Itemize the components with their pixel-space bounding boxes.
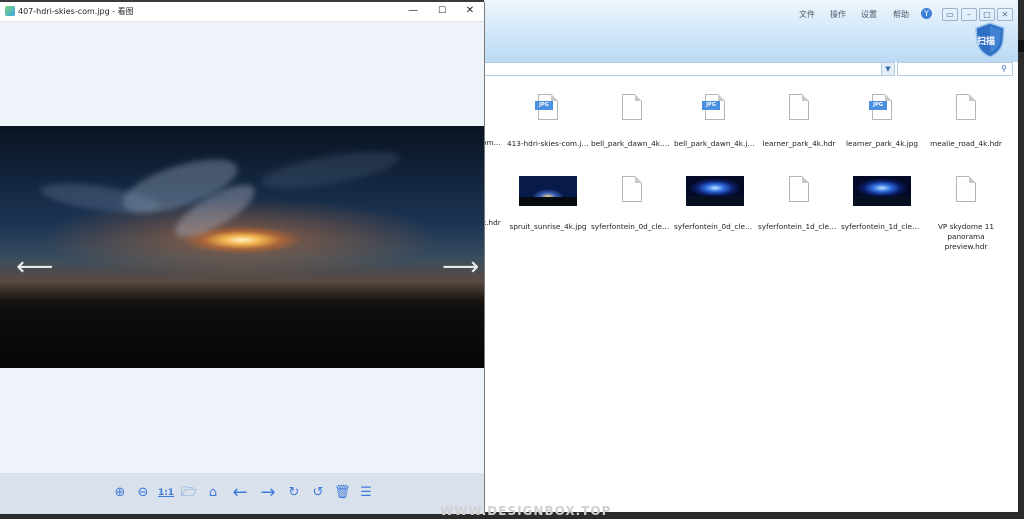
prev-image-arrow[interactable]: ⟵: [16, 254, 53, 280]
file-item[interactable]: syferfontein_0d_clear...: [591, 176, 673, 232]
file-name: syferfontein_0d_clear...: [591, 222, 673, 231]
minimize-icon[interactable]: –: [961, 8, 977, 21]
file-item[interactable]: syferfontein_1d_clear...: [758, 176, 840, 232]
blank-file-icon: [622, 176, 642, 202]
file-name: mealie_road_4k.hdr: [930, 139, 1002, 148]
zoom-in-button[interactable]: ⊕: [112, 484, 128, 502]
jpg-badge: JPG: [535, 101, 553, 110]
file-name: syferfontein_1d_clear...: [758, 222, 840, 231]
file-item[interactable]: JPG bell_park_dawn_4k.jpg: [674, 94, 756, 149]
blank-file-icon: [789, 94, 809, 120]
delete-button[interactable]: 🗑: [334, 484, 351, 502]
viewer-title: 407-hdri-skies-com.jpg - 看图: [18, 7, 134, 16]
next-image-arrow[interactable]: ⟶: [442, 254, 479, 280]
brand-icon[interactable]: Y: [921, 8, 932, 19]
file-name: bell_park_dawn_4k.jpg: [674, 139, 756, 148]
image-thumbnail: [686, 176, 744, 206]
rotate-right-button[interactable]: ↻: [286, 484, 302, 502]
search-icon[interactable]: ⚲: [1001, 64, 1010, 73]
file-item[interactable]: mealie_road_4k.hdr: [925, 94, 1007, 149]
file-name: k.hdr: [482, 218, 501, 227]
minimize-icon[interactable]: —: [405, 4, 421, 18]
menu-settings[interactable]: 设置: [861, 9, 877, 20]
image-viewer-window: 407-hdri-skies-com.jpg - 看图 — ☐ ✕ ⟵ ⟶ ⊕ …: [0, 2, 485, 514]
scan-label: 扫描: [977, 37, 996, 47]
file-name: learner_park_4k.hdr: [762, 139, 836, 148]
slideshow-button[interactable]: ⌂: [205, 484, 221, 502]
message-icon[interactable]: ▭: [942, 8, 958, 21]
image-thumbnail: [519, 176, 577, 206]
viewer-app-icon: [5, 6, 15, 16]
menu-operate[interactable]: 操作: [830, 9, 846, 20]
file-item[interactable]: syferfontein_1d_clear...: [841, 176, 923, 232]
address-bar[interactable]: ▼: [484, 62, 895, 76]
file-name: VP skydome 11 panorama preview.hdr: [937, 222, 995, 251]
file-item-partial[interactable]: om...: [482, 92, 502, 148]
close-icon[interactable]: ✕: [462, 4, 478, 18]
jpg-badge: JPG: [702, 101, 720, 110]
file-name: 413-hdri-skies-com.jpg: [507, 139, 589, 148]
jpg-file-icon: JPG: [702, 94, 725, 120]
file-name: spruit_sunrise_4k.jpg: [509, 222, 587, 231]
file-name: learner_park_4k.jpg: [845, 139, 919, 148]
file-item[interactable]: syferfontein_0d_clear...: [674, 176, 756, 232]
blank-file-icon: [956, 176, 976, 202]
next-image-button[interactable]: →: [256, 484, 280, 502]
file-name: syferfontein_0d_clear...: [674, 222, 756, 231]
previous-image-button[interactable]: ←: [228, 484, 252, 502]
viewer-title-bar[interactable]: 407-hdri-skies-com.jpg - 看图 — ☐ ✕: [0, 2, 484, 22]
blank-file-icon: [956, 94, 976, 120]
file-browser-window: 文件 操作 设置 帮助 Y ▭ – □ ✕ 扫描 ▼ ⚲ om... JPG 4…: [482, 0, 1024, 512]
file-item[interactable]: bell_park_dawn_4k.hdr: [591, 94, 673, 149]
close-icon[interactable]: ✕: [997, 8, 1013, 21]
blank-file-icon: [622, 94, 642, 120]
rotate-left-button[interactable]: ↺: [310, 484, 326, 502]
viewer-toolbar: ⊕ ⊖ 1:1 🗁 ⌂ ← → ↻ ↺ 🗑 ☰: [0, 473, 484, 514]
jpg-file-icon: JPG: [535, 94, 558, 120]
file-browser-header: 文件 操作 设置 帮助 Y ▭ – □ ✕ 扫描: [484, 0, 1024, 62]
background-window-edge: [1018, 40, 1024, 52]
file-name: om...: [482, 138, 501, 147]
desktop-edge: [1018, 0, 1024, 519]
image-thumbnail: [853, 176, 911, 206]
jpg-badge: JPG: [869, 101, 887, 110]
file-item[interactable]: learner_park_4k.hdr: [758, 94, 840, 149]
more-button[interactable]: ☰: [358, 484, 374, 502]
jpg-file-icon: JPG: [869, 94, 892, 120]
actual-size-button[interactable]: 1:1: [156, 484, 176, 502]
menu-file[interactable]: 文件: [799, 9, 815, 20]
file-name: syferfontein_1d_clear...: [841, 222, 923, 231]
file-item[interactable]: JPG learner_park_4k.jpg: [841, 94, 923, 149]
maximize-icon[interactable]: □: [979, 8, 995, 21]
file-name: bell_park_dawn_4k.hdr: [591, 139, 673, 148]
menu-help[interactable]: 帮助: [893, 9, 909, 20]
file-item-partial[interactable]: k.hdr: [482, 176, 502, 228]
site-watermark: WWW.DESIGNBOX.TOP: [440, 504, 612, 518]
zoom-out-button[interactable]: ⊖: [135, 484, 151, 502]
file-item[interactable]: spruit_sunrise_4k.jpg: [507, 176, 589, 232]
address-dropdown-icon[interactable]: ▼: [881, 63, 894, 75]
hdri-panorama-image: [0, 126, 484, 368]
file-item[interactable]: VP skydome 11 panorama preview.hdr: [925, 176, 1007, 252]
blank-file-icon: [789, 176, 809, 202]
file-item[interactable]: JPG 413-hdri-skies-com.jpg: [507, 94, 589, 149]
search-input[interactable]: ⚲: [897, 62, 1013, 76]
open-folder-button[interactable]: 🗁: [181, 484, 197, 502]
maximize-icon[interactable]: ☐: [434, 4, 450, 18]
